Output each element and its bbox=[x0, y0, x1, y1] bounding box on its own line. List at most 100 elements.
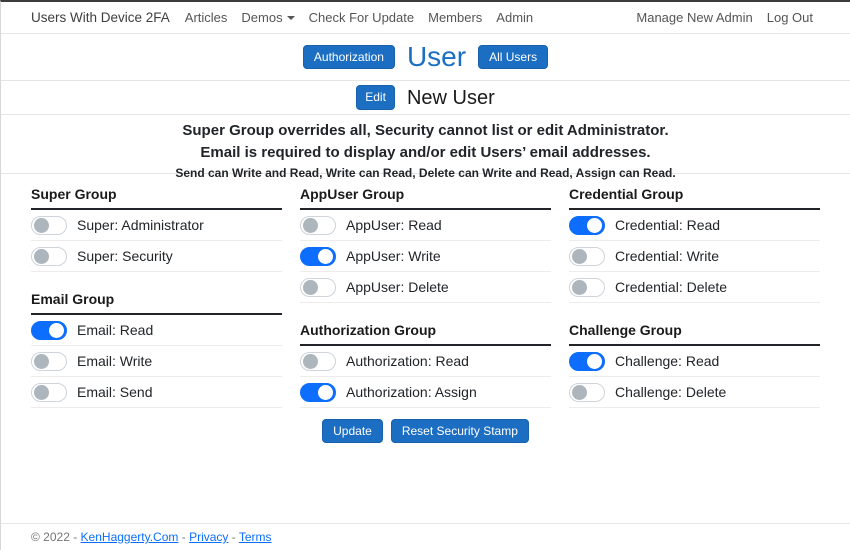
permission-label[interactable]: Credential: Read bbox=[615, 217, 720, 233]
toggle-switch[interactable] bbox=[31, 246, 67, 266]
permission-row: Credential: Read bbox=[569, 210, 820, 241]
permission-row: Credential: Write bbox=[569, 241, 820, 272]
toggle-switch[interactable] bbox=[31, 351, 67, 371]
permission-row: Email: Write bbox=[31, 346, 282, 377]
permission-label[interactable]: Email: Send bbox=[77, 384, 152, 400]
toggle-knob bbox=[34, 248, 49, 264]
nav-links: Articles Demos Check For Update Members … bbox=[178, 10, 540, 25]
permission-row: Authorization: Assign bbox=[300, 377, 551, 408]
authorization-button[interactable]: Authorization bbox=[302, 44, 395, 70]
footer: © 2022 - KenHaggerty.Com - Privacy - Ter… bbox=[1, 523, 850, 550]
permission-label[interactable]: Email: Write bbox=[77, 353, 152, 369]
permission-label[interactable]: Email: Read bbox=[77, 322, 153, 338]
page-title: User bbox=[406, 41, 467, 72]
group-title: Challenge Group bbox=[569, 317, 820, 346]
nav-link-demos[interactable]: Demos bbox=[234, 10, 301, 25]
permission-row: Challenge: Delete bbox=[569, 377, 820, 408]
toggle-switch[interactable] bbox=[569, 277, 605, 297]
toggle-knob bbox=[572, 384, 587, 400]
permission-row: Credential: Delete bbox=[569, 272, 820, 303]
note-line-2: Email is required to display and/or edit… bbox=[200, 144, 651, 161]
toggle-switch[interactable] bbox=[300, 215, 336, 235]
permission-label[interactable]: Super: Administrator bbox=[77, 217, 204, 233]
nav-link-admin[interactable]: Admin bbox=[489, 10, 540, 25]
permission-label[interactable]: AppUser: Write bbox=[346, 248, 441, 264]
toggle-knob bbox=[34, 217, 49, 233]
toggle-knob bbox=[49, 322, 64, 338]
toggle-switch[interactable] bbox=[569, 351, 605, 371]
toggle-switch[interactable] bbox=[31, 382, 67, 402]
user-header-row: Authorization User All Users bbox=[1, 34, 850, 80]
toggle-knob bbox=[303, 279, 318, 295]
permission-label[interactable]: Credential: Delete bbox=[615, 279, 727, 295]
toggle-switch[interactable] bbox=[31, 215, 67, 235]
toggle-switch[interactable] bbox=[300, 351, 336, 371]
new-user-header-row: Edit New User bbox=[1, 81, 850, 114]
permission-column: Credential Group Credential: Read Credenti… bbox=[569, 181, 820, 408]
toggle-switch[interactable] bbox=[569, 246, 605, 266]
toggle-knob bbox=[318, 248, 333, 264]
permission-row: Super: Administrator bbox=[31, 210, 282, 241]
permission-row: Super: Security bbox=[31, 241, 282, 272]
toggle-switch[interactable] bbox=[300, 246, 336, 266]
group-title: AppUser Group bbox=[300, 181, 551, 210]
permission-group: Super Group Super: Administrator Super: Se… bbox=[31, 181, 282, 272]
all-users-button[interactable]: All Users bbox=[478, 44, 549, 70]
toggle-switch[interactable] bbox=[300, 382, 336, 402]
permission-label[interactable]: Challenge: Delete bbox=[615, 384, 726, 400]
footer-separator: - bbox=[181, 530, 186, 544]
group-title: Email Group bbox=[31, 286, 282, 315]
toggle-knob bbox=[34, 384, 49, 400]
permission-row: Email: Send bbox=[31, 377, 282, 408]
permission-row: AppUser: Delete bbox=[300, 272, 551, 303]
brand-link[interactable]: Users With Device 2FA bbox=[31, 10, 170, 25]
permission-label[interactable]: Super: Security bbox=[77, 248, 173, 264]
permission-group: Authorization Group Authorization: Read Au… bbox=[300, 317, 551, 408]
toggle-knob bbox=[303, 353, 318, 369]
group-title: Authorization Group bbox=[300, 317, 551, 346]
group-title: Super Group bbox=[31, 181, 282, 210]
nav-link-members[interactable]: Members bbox=[421, 10, 489, 25]
toggle-switch[interactable] bbox=[300, 277, 336, 297]
permission-column: Super Group Super: Administrator Super: Se… bbox=[31, 181, 282, 408]
permission-row: Authorization: Read bbox=[300, 346, 551, 377]
toggle-knob bbox=[572, 279, 587, 295]
footer-link-privacy[interactable]: Privacy bbox=[189, 530, 228, 544]
edit-button[interactable]: Edit bbox=[356, 85, 395, 110]
notes-section: Super Group overrides all, Security cann… bbox=[1, 115, 850, 180]
nav-link-articles[interactable]: Articles bbox=[178, 10, 235, 25]
toggle-switch[interactable] bbox=[569, 382, 605, 402]
permission-row: Email: Read bbox=[31, 315, 282, 346]
nav-link-check-for-update[interactable]: Check For Update bbox=[302, 10, 422, 25]
nav-link-demos-label: Demos bbox=[241, 10, 283, 25]
permission-label[interactable]: Authorization: Assign bbox=[346, 384, 477, 400]
permission-label[interactable]: Credential: Write bbox=[615, 248, 719, 264]
permission-row: Challenge: Read bbox=[569, 346, 820, 377]
nav-link-log-out[interactable]: Log Out bbox=[760, 10, 820, 25]
footer-separator: - bbox=[231, 530, 236, 544]
permission-row: AppUser: Read bbox=[300, 210, 551, 241]
update-button[interactable]: Update bbox=[322, 419, 383, 444]
permission-column: AppUser Group AppUser: Read AppUser: Write… bbox=[300, 181, 551, 408]
permission-label[interactable]: Challenge: Read bbox=[615, 353, 719, 369]
toggle-switch[interactable] bbox=[31, 320, 67, 340]
permission-label[interactable]: AppUser: Delete bbox=[346, 279, 449, 295]
permission-row: AppUser: Write bbox=[300, 241, 551, 272]
permission-group: Challenge Group Challenge: Read Challenge:… bbox=[569, 317, 820, 408]
nav-link-manage-new-admin[interactable]: Manage New Admin bbox=[629, 10, 759, 25]
chevron-down-icon bbox=[286, 15, 295, 20]
toggle-switch[interactable] bbox=[569, 215, 605, 235]
permission-label[interactable]: Authorization: Read bbox=[346, 353, 469, 369]
navbar: Users With Device 2FA Articles Demos Che… bbox=[1, 2, 850, 34]
footer-link-kenhaggerty[interactable]: KenHaggerty.Com bbox=[81, 530, 179, 544]
permission-group: AppUser Group AppUser: Read AppUser: Write… bbox=[300, 181, 551, 303]
reset-security-stamp-button[interactable]: Reset Security Stamp bbox=[390, 419, 529, 444]
permission-group: Credential Group Credential: Read Credenti… bbox=[569, 181, 820, 303]
note-line-1: Super Group overrides all, Security cann… bbox=[182, 122, 669, 139]
footer-link-terms[interactable]: Terms bbox=[239, 530, 272, 544]
toggle-knob bbox=[572, 248, 587, 264]
permission-label[interactable]: AppUser: Read bbox=[346, 217, 442, 233]
toggle-knob bbox=[318, 384, 333, 400]
group-title: Credential Group bbox=[569, 181, 820, 210]
nav-right-links: Manage New Admin Log Out bbox=[629, 10, 820, 25]
